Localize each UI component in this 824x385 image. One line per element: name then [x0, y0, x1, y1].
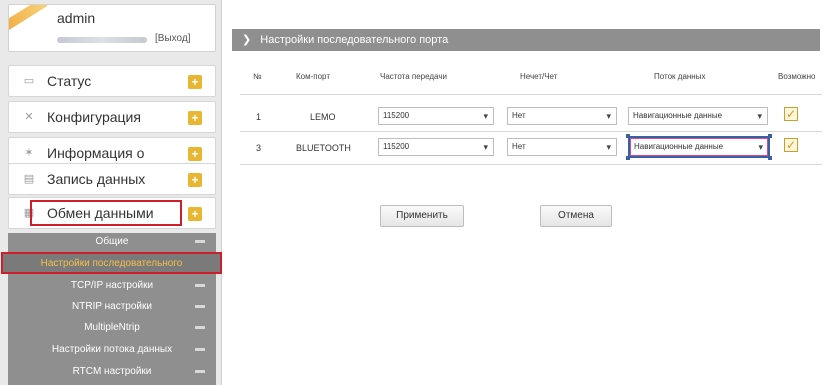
submenu: Общие Настройки последовательного TCP/IP… [1, 233, 222, 385]
table-divider [240, 131, 822, 132]
submenu-item-ntrip[interactable]: NTRIP настройки [8, 298, 216, 316]
expand-plus-icon[interactable]: + [188, 147, 202, 161]
row-number: 3 [256, 143, 262, 153]
table-divider [240, 94, 822, 95]
select-value: Навигационные данные [634, 142, 724, 151]
column-header-number: № [253, 72, 262, 81]
apply-button[interactable]: Применить [380, 205, 464, 227]
submenu-item-label: TCP/IP настройки [70, 280, 154, 291]
submenu-item-general[interactable]: Общие [8, 233, 216, 251]
collapse-minus-icon[interactable] [195, 284, 205, 287]
row-number: 1 [256, 112, 262, 122]
page-title: Настройки последовательного порта [260, 34, 449, 46]
chevron-down-icon: ▾ [606, 111, 611, 121]
sidebar-item-label: Статус [47, 73, 92, 89]
main-content: ❯ Настройки последовательного порта № Ко… [222, 0, 824, 385]
submenu-item-label: Настройки последовательного [40, 258, 183, 269]
cancel-button[interactable]: Отмена [540, 205, 612, 227]
column-header-baud: Частота передачи [380, 72, 447, 81]
data-stream-select[interactable]: Навигационные данные ▾ [628, 107, 768, 125]
collapse-minus-icon[interactable] [195, 240, 205, 243]
selection-handle [626, 156, 630, 160]
sidebar-item-data-recording[interactable]: ▤ Запись данных + [8, 163, 216, 195]
submenu-item-serial-settings[interactable]: Настройки последовательного [1, 252, 222, 274]
expand-plus-icon[interactable]: + [188, 207, 202, 221]
collapse-minus-icon[interactable] [195, 370, 205, 373]
row-port: BLUETOOTH [296, 143, 351, 153]
submenu-item-label: MultipleNtrip [84, 322, 140, 333]
select-value: 115200 [383, 111, 410, 120]
sidebar-item-configuration[interactable]: ✕ Конфигурация + [8, 101, 216, 133]
user-panel: admin [Выход] [8, 4, 216, 52]
baud-rate-select[interactable]: 115200 ▾ [378, 138, 494, 156]
row-port: LEMO [310, 112, 336, 122]
submenu-item-tcpip[interactable]: TCP/IP настройки [8, 277, 216, 295]
sidebar-item-status[interactable]: ▭ Статус + [8, 65, 216, 97]
column-header-stream: Поток данных [654, 72, 706, 81]
satellite-icon: ✶ [24, 147, 34, 159]
tools-icon: ✕ [24, 111, 34, 123]
chevron-down-icon: ▾ [483, 142, 488, 152]
expand-plus-icon[interactable]: + [188, 173, 202, 187]
sidebar-item-data-exchange[interactable]: ▦ Обмен данными + [8, 197, 216, 229]
sidebar-item-label: Информация о [47, 145, 145, 161]
sidebar-item-label: Запись данных [47, 171, 146, 187]
select-value: Нет [512, 111, 526, 120]
selection-handle [768, 156, 772, 160]
device-serial-redacted [57, 37, 147, 43]
chevron-down-icon: ▾ [606, 142, 611, 152]
column-header-parity: Нечет/Чет [520, 72, 558, 81]
collapse-minus-icon[interactable] [195, 305, 205, 308]
parity-select[interactable]: Нет ▾ [507, 138, 617, 156]
column-header-port: Ком-порт [296, 72, 330, 81]
submenu-item-rtcm[interactable]: RTCM настройки [8, 363, 216, 381]
enabled-checkbox[interactable]: ✓ [784, 138, 798, 152]
sidebar: admin [Выход] ▭ Статус + ✕ Конфигурация … [0, 0, 222, 385]
sidebar-item-label: Конфигурация [47, 109, 141, 125]
selection-handle [626, 134, 630, 138]
enabled-checkbox[interactable]: ✓ [784, 107, 798, 121]
expand-plus-icon[interactable]: + [188, 75, 202, 89]
collapse-minus-icon[interactable] [195, 326, 205, 329]
select-value: Навигационные данные [633, 111, 723, 120]
submenu-item-multiple-ntrip[interactable]: MultipleNtrip [8, 319, 216, 337]
username: admin [57, 10, 96, 26]
brand-ribbon-icon [9, 5, 48, 35]
data-stream-select[interactable]: Навигационные данные ▾ [628, 136, 770, 158]
logout-link[interactable]: [Выход] [155, 33, 190, 44]
submenu-item-label: Настройки потока данных [51, 344, 173, 355]
select-value: 115200 [383, 142, 410, 151]
submenu-item-data-stream[interactable]: Настройки потока данных [8, 341, 216, 359]
page-title-bar: ❯ Настройки последовательного порта [232, 29, 820, 51]
baud-rate-select[interactable]: 115200 ▾ [378, 107, 494, 125]
table-divider [240, 164, 822, 165]
highlight-frame [30, 200, 182, 226]
select-value: Нет [512, 142, 526, 151]
submenu-item-label: NTRIP настройки [72, 301, 152, 312]
chevron-down-icon: ▾ [758, 142, 763, 152]
expand-plus-icon[interactable]: + [188, 111, 202, 125]
selection-handle [768, 134, 772, 138]
chevron-down-icon: ▾ [483, 111, 488, 121]
collapse-minus-icon[interactable] [195, 348, 205, 351]
monitor-icon: ▭ [23, 75, 35, 87]
submenu-item-label: Общие [95, 236, 129, 247]
column-header-enabled: Возможно [778, 72, 816, 81]
submenu-item-label: RTCM настройки [72, 366, 152, 377]
parity-select[interactable]: Нет ▾ [507, 107, 617, 125]
storage-icon: ▤ [23, 173, 35, 185]
chevron-right-icon: ❯ [242, 34, 252, 46]
chevron-down-icon: ▾ [757, 111, 762, 121]
